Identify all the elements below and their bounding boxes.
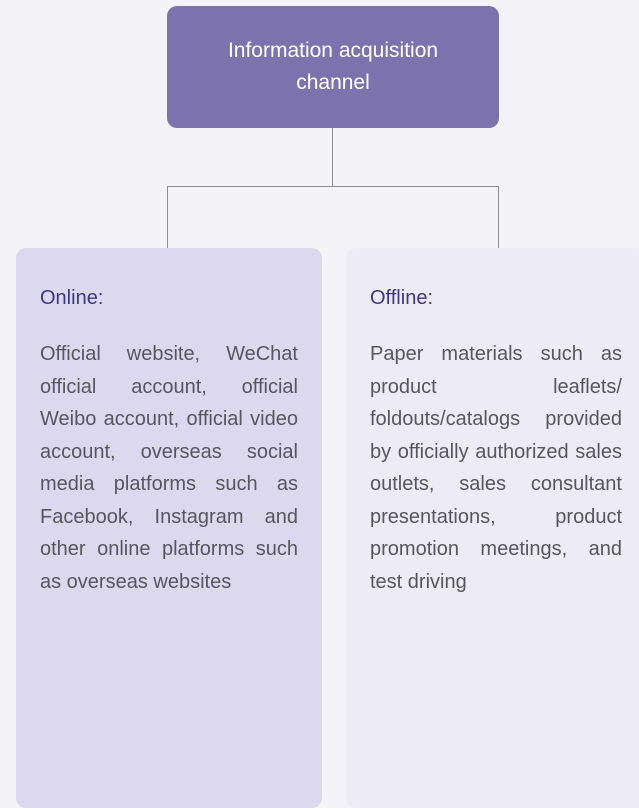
connector-right-drop — [498, 186, 499, 248]
root-node: Information acquisition channel — [167, 6, 499, 128]
online-channel-card: Online: Official website, WeChat officia… — [16, 248, 322, 808]
offline-channel-title: Offline: — [370, 287, 433, 309]
online-channel-title: Online: — [40, 287, 104, 309]
connector-crossbar — [167, 186, 499, 187]
offline-channel-description: Paper materials such as product leaflets… — [370, 343, 622, 593]
online-channel-description: Official website, WeChat official accoun… — [40, 343, 298, 593]
offline-channel-card: Offline: Paper materials such as product… — [346, 248, 639, 808]
connector-trunk — [332, 128, 333, 186]
root-node-title: Information acquisition channel — [227, 39, 439, 94]
connector-left-drop — [167, 186, 168, 248]
